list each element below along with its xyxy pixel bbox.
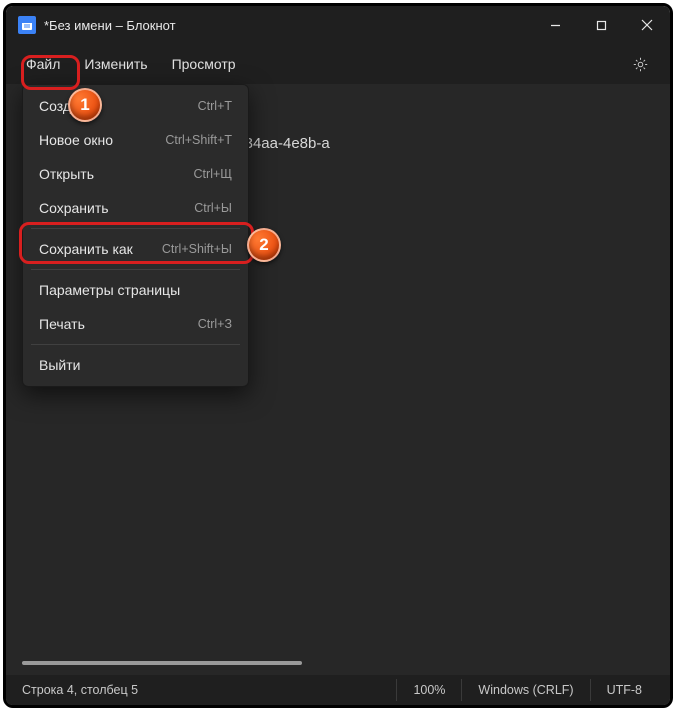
title-bar: *Без имени – Блокнот (6, 6, 670, 44)
menu-separator (31, 344, 240, 345)
status-position: Строка 4, столбец 5 (18, 679, 154, 701)
menu-item-label: Сохранить (39, 200, 194, 216)
menu-item-shortcut: Ctrl+Щ (194, 167, 232, 181)
menu-separator (31, 269, 240, 270)
menu-item-open[interactable]: Открыть Ctrl+Щ (27, 157, 244, 191)
menu-item-save-as[interactable]: Сохранить как Ctrl+Shift+Ы (27, 232, 244, 266)
menu-item-label: Параметры страницы (39, 282, 232, 298)
menu-item-save[interactable]: Сохранить Ctrl+Ы (27, 191, 244, 225)
menu-edit[interactable]: Изменить (72, 50, 159, 78)
close-button[interactable] (624, 6, 670, 44)
menu-item-label: Печать (39, 316, 198, 332)
maximize-button[interactable] (578, 6, 624, 44)
menu-item-print[interactable]: Печать Ctrl+З (27, 307, 244, 341)
menu-item-exit[interactable]: Выйти (27, 348, 244, 382)
menu-item-shortcut: Ctrl+Ы (194, 201, 232, 215)
menu-bar: Файл Изменить Просмотр (6, 44, 670, 84)
menu-item-label: Открыть (39, 166, 194, 182)
menu-item-page-setup[interactable]: Параметры страницы (27, 273, 244, 307)
settings-button[interactable] (622, 46, 658, 82)
annotation-badge-2: 2 (247, 228, 281, 262)
file-menu-dropdown: Создать Ctrl+T Новое окно Ctrl+Shift+T О… (22, 84, 249, 387)
menu-item-shortcut: Ctrl+T (198, 99, 232, 113)
menu-item-label: Сохранить как (39, 241, 162, 257)
status-zoom[interactable]: 100% (396, 679, 461, 701)
menu-item-shortcut: Ctrl+Shift+Ы (162, 242, 232, 256)
menu-item-label: Выйти (39, 357, 232, 373)
menu-file[interactable]: Файл (14, 50, 72, 78)
notepad-icon (18, 16, 36, 34)
menu-item-label: Создать (39, 98, 198, 114)
status-encoding[interactable]: UTF-8 (590, 679, 658, 701)
menu-item-new-window[interactable]: Новое окно Ctrl+Shift+T (27, 123, 244, 157)
menu-item-label: Новое окно (39, 132, 165, 148)
menu-view[interactable]: Просмотр (160, 50, 248, 78)
minimize-button[interactable] (532, 6, 578, 44)
status-bar: Строка 4, столбец 5 100% Windows (CRLF) … (6, 675, 670, 705)
status-eol[interactable]: Windows (CRLF) (461, 679, 589, 701)
menu-item-shortcut: Ctrl+Shift+T (165, 133, 232, 147)
menu-item-shortcut: Ctrl+З (198, 317, 232, 331)
horizontal-scrollbar[interactable] (22, 661, 302, 665)
menu-separator (31, 228, 240, 229)
menu-item-new[interactable]: Создать Ctrl+T (27, 89, 244, 123)
window-title: *Без имени – Блокнот (44, 18, 176, 33)
annotation-badge-1: 1 (68, 88, 102, 122)
